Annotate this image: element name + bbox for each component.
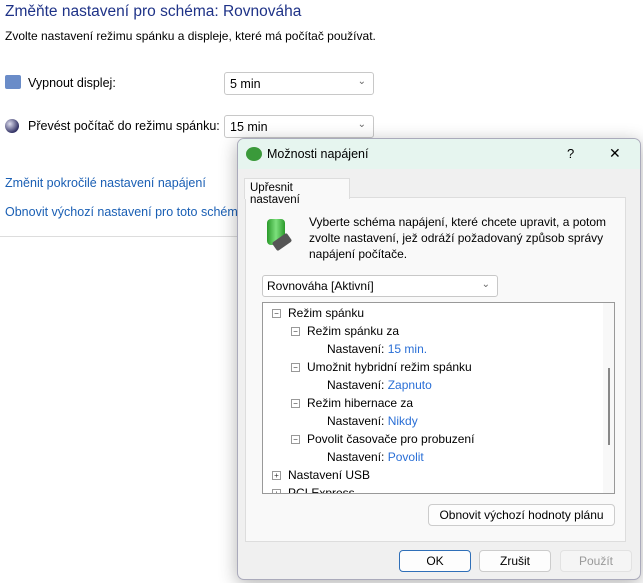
collapse-icon[interactable]: −: [291, 363, 300, 373]
help-button[interactable]: ?: [567, 146, 574, 161]
setting-label: Nastavení:: [327, 342, 385, 356]
tree-node[interactable]: − Povolit časovače pro probuzení: [291, 432, 474, 446]
close-button[interactable]: ✕: [609, 145, 621, 162]
dialog-title: Možnosti napájení: [267, 147, 369, 161]
setting-value[interactable]: Nikdy: [388, 414, 418, 428]
page-subtitle: Zvolte nastavení režimu spánku a displej…: [5, 29, 376, 43]
collapse-icon[interactable]: −: [291, 327, 300, 337]
cancel-button[interactable]: Zrušit: [479, 550, 551, 572]
divider: [0, 236, 240, 237]
tree-setting[interactable]: Nastavení: Povolit: [327, 450, 424, 464]
settings-tree[interactable]: − Režim spánku − Režim spánku za Nastavení…: [262, 302, 615, 494]
scheme-select[interactable]: Rovnováha [Aktivní] ⌄: [262, 275, 498, 297]
restore-defaults-link[interactable]: Obnovit výchozí nastavení pro toto schém…: [5, 205, 245, 219]
tree-setting[interactable]: Nastavení: 15 min.: [327, 342, 427, 356]
sleep-value: 15 min: [230, 120, 268, 134]
display-off-select[interactable]: 5 min ⌄: [224, 72, 374, 95]
power-icon: [246, 147, 262, 161]
display-icon: [5, 75, 21, 89]
setting-label: Nastavení:: [327, 450, 385, 464]
dialog-titlebar: Možnosti napájení ? ✕: [238, 139, 640, 169]
setting-value[interactable]: Zapnuto: [388, 378, 432, 392]
chevron-down-icon: ⌄: [357, 76, 366, 87]
sleep-select[interactable]: 15 min ⌄: [224, 115, 374, 138]
expand-icon[interactable]: +: [272, 471, 281, 481]
scrollbar-thumb[interactable]: [608, 368, 610, 445]
scrollbar[interactable]: [603, 303, 614, 493]
tree-node-pci[interactable]: + PCI Express: [272, 486, 355, 494]
restore-plan-defaults-button[interactable]: Obnovit výchozí hodnoty plánu: [428, 504, 615, 526]
chevron-down-icon: ⌄: [357, 119, 366, 130]
tree-label: Režim spánku: [288, 306, 365, 320]
tree-setting[interactable]: Nastavení: Zapnuto: [327, 378, 432, 392]
tree-label: Povolit časovače pro probuzení: [307, 432, 475, 446]
ok-button[interactable]: OK: [399, 550, 471, 572]
collapse-icon[interactable]: −: [291, 435, 300, 445]
setting-label: Nastavení:: [327, 378, 385, 392]
tree-node[interactable]: − Umožnit hybridní režim spánku: [291, 360, 472, 374]
setting-label: Nastavení:: [327, 414, 385, 428]
collapse-icon[interactable]: −: [272, 309, 281, 319]
display-off-label: Vypnout displej:: [28, 76, 116, 90]
collapse-icon[interactable]: −: [291, 399, 300, 409]
advanced-settings-link[interactable]: Změnit pokročilé nastavení napájení: [5, 176, 206, 190]
tree-node-usb[interactable]: + Nastavení USB: [272, 468, 370, 482]
page-title: Změňte nastavení pro schéma: Rovnováha: [5, 3, 302, 20]
power-options-dialog: Možnosti napájení ? ✕ Upřesnit nastavení…: [237, 138, 641, 580]
sleep-label: Převést počítač do režimu spánku:: [28, 119, 220, 133]
tree-node[interactable]: − Režim hibernace za: [291, 396, 413, 410]
setting-value[interactable]: 15 min.: [388, 342, 427, 356]
expand-icon[interactable]: +: [272, 489, 281, 493]
display-off-value: 5 min: [230, 77, 261, 91]
tab-panel: Vyberte schéma napájení, které chcete up…: [245, 197, 626, 542]
tab-advanced-settings[interactable]: Upřesnit nastavení: [244, 178, 350, 206]
tree-label: Umožnit hybridní režim spánku: [307, 360, 472, 374]
tree-node-sleep[interactable]: − Režim spánku: [272, 306, 364, 320]
tree-label: Režim hibernace za: [307, 396, 414, 410]
scheme-value: Rovnováha [Aktivní]: [267, 279, 374, 293]
dialog-description: Vyberte schéma napájení, které chcete up…: [309, 215, 607, 261]
apply-button[interactable]: Použít: [560, 550, 632, 572]
tree-label: Nastavení USB: [288, 468, 371, 482]
setting-value[interactable]: Povolit: [388, 450, 424, 464]
tree-node[interactable]: − Režim spánku za: [291, 324, 399, 338]
tree-label: Režim spánku za: [307, 324, 400, 338]
battery-plug-icon: [263, 219, 293, 253]
tree-setting[interactable]: Nastavení: Nikdy: [327, 414, 418, 428]
sleep-icon: [5, 119, 19, 133]
tree-label: PCI Express: [288, 486, 355, 494]
chevron-down-icon: ⌄: [481, 279, 490, 290]
